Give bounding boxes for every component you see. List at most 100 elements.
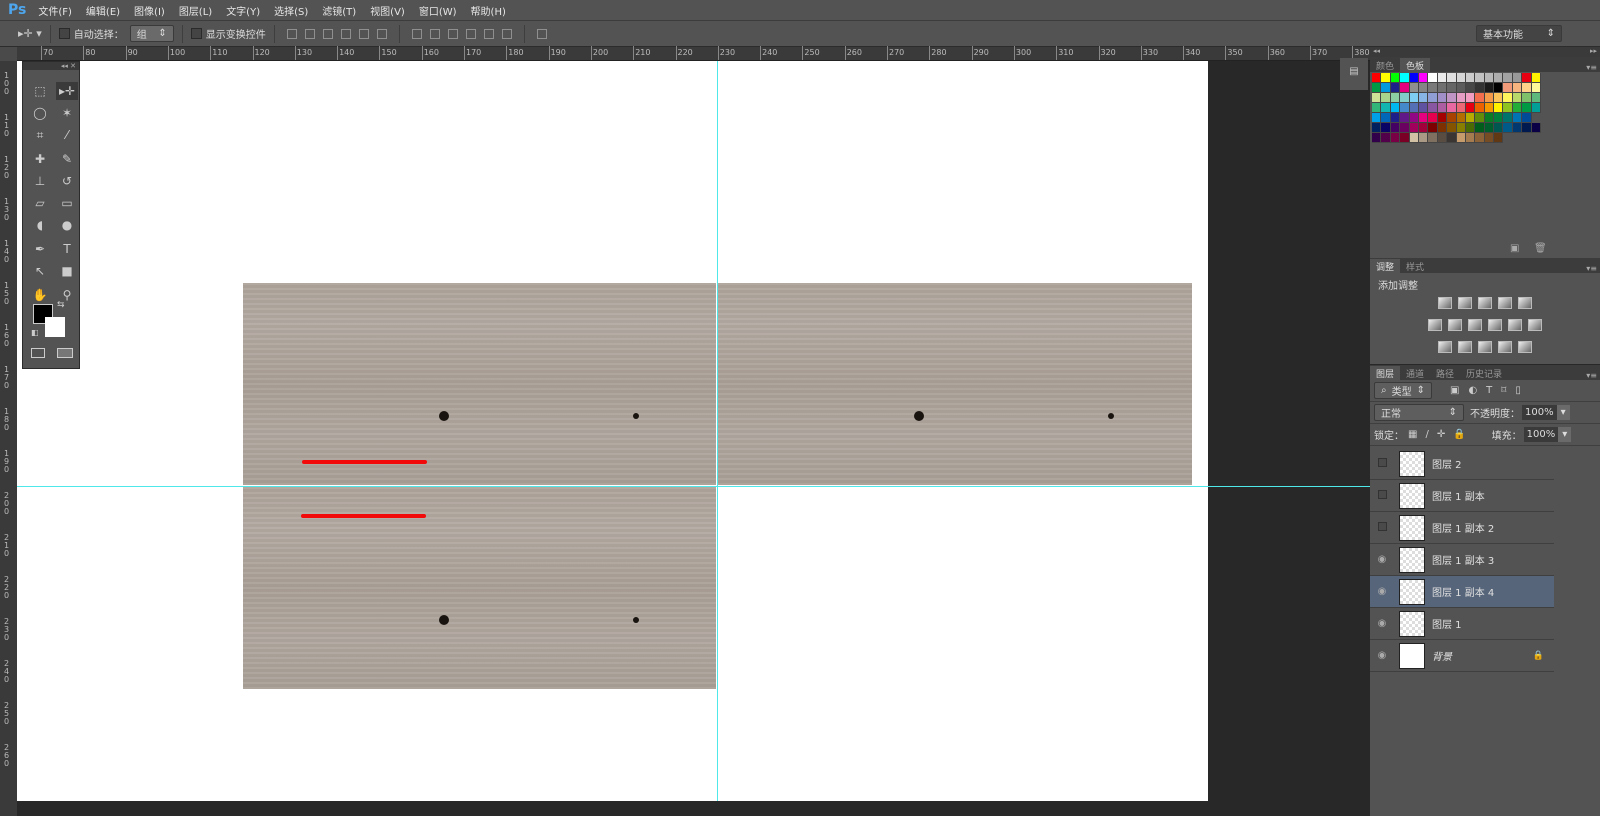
gradient-icon[interactable]: ▭ xyxy=(56,194,78,212)
menu-item[interactable]: 文件(F) xyxy=(38,3,72,18)
vertical-ruler[interactable]: 100 110 120 130 140 150 160 170 180 190 200 210 220 2… xyxy=(0,61,17,816)
crop-icon[interactable]: ⌗ xyxy=(29,126,51,144)
color-swatch[interactable] xyxy=(1437,113,1448,123)
color-swatch[interactable] xyxy=(1465,123,1476,133)
layer-row[interactable]: ◉ 图层 1 xyxy=(1370,608,1554,640)
color-swatch[interactable] xyxy=(1512,123,1523,133)
tab-3[interactable]: 历史记录 xyxy=(1460,366,1508,380)
color-swatch[interactable] xyxy=(1372,113,1382,123)
screen-mode-icon[interactable] xyxy=(57,348,73,358)
color-swatch[interactable] xyxy=(1522,93,1532,103)
color-swatch[interactable] xyxy=(1390,113,1401,123)
layer-name[interactable]: 图层 1 副本 4 xyxy=(1432,584,1494,599)
color-swatch[interactable] xyxy=(1381,103,1391,113)
adjustment-icons[interactable] xyxy=(1370,296,1600,362)
color-swatch[interactable] xyxy=(1512,93,1523,103)
hand-icon[interactable]: ✋ xyxy=(29,286,51,304)
menu-item[interactable]: 编辑(E) xyxy=(86,3,120,18)
color-swatch[interactable] xyxy=(1390,93,1401,103)
color-swatch[interactable] xyxy=(1409,103,1419,113)
color-swatch[interactable] xyxy=(1512,73,1523,83)
color-swatch[interactable] xyxy=(1456,93,1466,103)
color-swatch[interactable] xyxy=(1503,103,1513,113)
menu-item[interactable]: 帮助(H) xyxy=(471,3,506,18)
color-swatch[interactable] xyxy=(1437,133,1448,143)
fill-input[interactable]: 100% xyxy=(1523,427,1559,442)
color-swatch[interactable] xyxy=(1428,113,1438,123)
menu-item[interactable]: 窗口(W) xyxy=(419,3,457,18)
menu-item[interactable]: 视图(V) xyxy=(370,3,405,18)
collapsed-panel-icon[interactable]: ▤ xyxy=(1340,58,1368,90)
color-swatch[interactable] xyxy=(1418,133,1429,143)
color-swatch[interactable] xyxy=(1531,103,1542,113)
color-swatch[interactable] xyxy=(1531,123,1542,133)
layer-name[interactable]: 图层 1 副本 2 xyxy=(1432,520,1494,535)
distribute-buttons[interactable] xyxy=(408,28,516,39)
color-swatch[interactable] xyxy=(1428,103,1438,113)
menu-item[interactable]: 选择(S) xyxy=(274,3,308,18)
color-swatch[interactable] xyxy=(1522,83,1532,93)
color-swatch[interactable] xyxy=(1381,133,1391,143)
color-swatch[interactable] xyxy=(1531,73,1542,83)
color-swatch[interactable] xyxy=(1437,103,1448,113)
color-swatch[interactable] xyxy=(1475,103,1485,113)
color-swatch[interactable] xyxy=(1494,93,1504,103)
workspace-dropdown[interactable]: 基本功能 ⇕ xyxy=(1476,25,1562,42)
color-swatch[interactable] xyxy=(1456,103,1466,113)
new-swatch-icon[interactable]: ▣ xyxy=(1510,243,1519,254)
visibility-checkbox[interactable] xyxy=(1370,489,1394,502)
filter-icons[interactable]: ▣◐T⌑▯ xyxy=(1450,385,1530,396)
blend-mode-dropdown[interactable]: 正常 ⇕ xyxy=(1374,404,1464,421)
eyedropper-icon[interactable]: ⁄ xyxy=(56,126,78,144)
magic-wand-icon[interactable]: ✶ xyxy=(56,104,78,122)
type-icon[interactable]: T xyxy=(56,240,78,258)
panel-menu-icon[interactable]: ▾≡ xyxy=(1586,264,1600,273)
color-swatch[interactable] xyxy=(1418,73,1429,83)
color-swatch[interactable] xyxy=(1484,123,1495,133)
tab-2[interactable]: 路径 xyxy=(1430,366,1460,380)
align-buttons[interactable] xyxy=(283,28,391,39)
layer-name[interactable]: 图层 2 xyxy=(1432,456,1462,471)
color-swatch[interactable] xyxy=(1494,133,1504,143)
eraser-icon[interactable]: ▱ xyxy=(29,194,51,212)
color-swatch[interactable] xyxy=(1465,93,1476,103)
color-swatch[interactable] xyxy=(1447,83,1457,93)
color-swatch[interactable] xyxy=(1418,123,1429,133)
layer-row[interactable]: 图层 2 xyxy=(1370,448,1554,480)
color-swatch[interactable] xyxy=(1456,133,1466,143)
color-swatch[interactable] xyxy=(1522,73,1532,83)
color-swatch[interactable] xyxy=(1437,123,1448,133)
layer-filter-dropdown[interactable]: ⌕ 类型 ⇕ xyxy=(1374,382,1432,399)
color-swatch[interactable] xyxy=(1409,113,1419,123)
color-swatch[interactable] xyxy=(1447,73,1457,83)
color-swatch[interactable] xyxy=(1428,93,1438,103)
color-swatch[interactable] xyxy=(1437,83,1448,93)
color-swatch[interactable] xyxy=(1400,73,1410,83)
color-swatch[interactable] xyxy=(1522,103,1532,113)
lasso-icon[interactable]: ◯ xyxy=(29,104,51,122)
quick-mask-icon[interactable] xyxy=(31,348,45,358)
color-swatch[interactable] xyxy=(1456,83,1466,93)
color-swatch[interactable] xyxy=(1372,103,1382,113)
color-swatch[interactable] xyxy=(1390,123,1401,133)
color-swatch[interactable] xyxy=(1400,103,1410,113)
color-swatch[interactable] xyxy=(1503,113,1513,123)
auto-select-dropdown[interactable]: 组 ⇕ xyxy=(129,25,174,42)
color-swatch[interactable] xyxy=(1475,73,1485,83)
default-colors-icon[interactable]: ◧ xyxy=(31,328,39,337)
layer-name[interactable]: 图层 1 副本 xyxy=(1432,488,1485,503)
color-swatch[interactable] xyxy=(1418,93,1429,103)
healing-brush-icon[interactable]: ✚ xyxy=(29,150,51,168)
color-swatch[interactable] xyxy=(1428,73,1438,83)
swap-colors-icon[interactable]: ⇆ xyxy=(57,300,65,310)
visibility-checkbox[interactable] xyxy=(1370,521,1394,534)
color-swatch[interactable] xyxy=(1418,113,1429,123)
tab-0[interactable]: 调整 xyxy=(1370,259,1401,273)
menu-item[interactable]: 滤镜(T) xyxy=(322,3,356,18)
color-swatch[interactable] xyxy=(1381,73,1391,83)
document-canvas[interactable] xyxy=(17,61,1208,801)
horizontal-guide[interactable] xyxy=(17,486,1370,487)
color-swatch[interactable] xyxy=(1522,123,1532,133)
color-swatch[interactable] xyxy=(1475,83,1485,93)
color-swatch[interactable] xyxy=(1522,113,1532,123)
